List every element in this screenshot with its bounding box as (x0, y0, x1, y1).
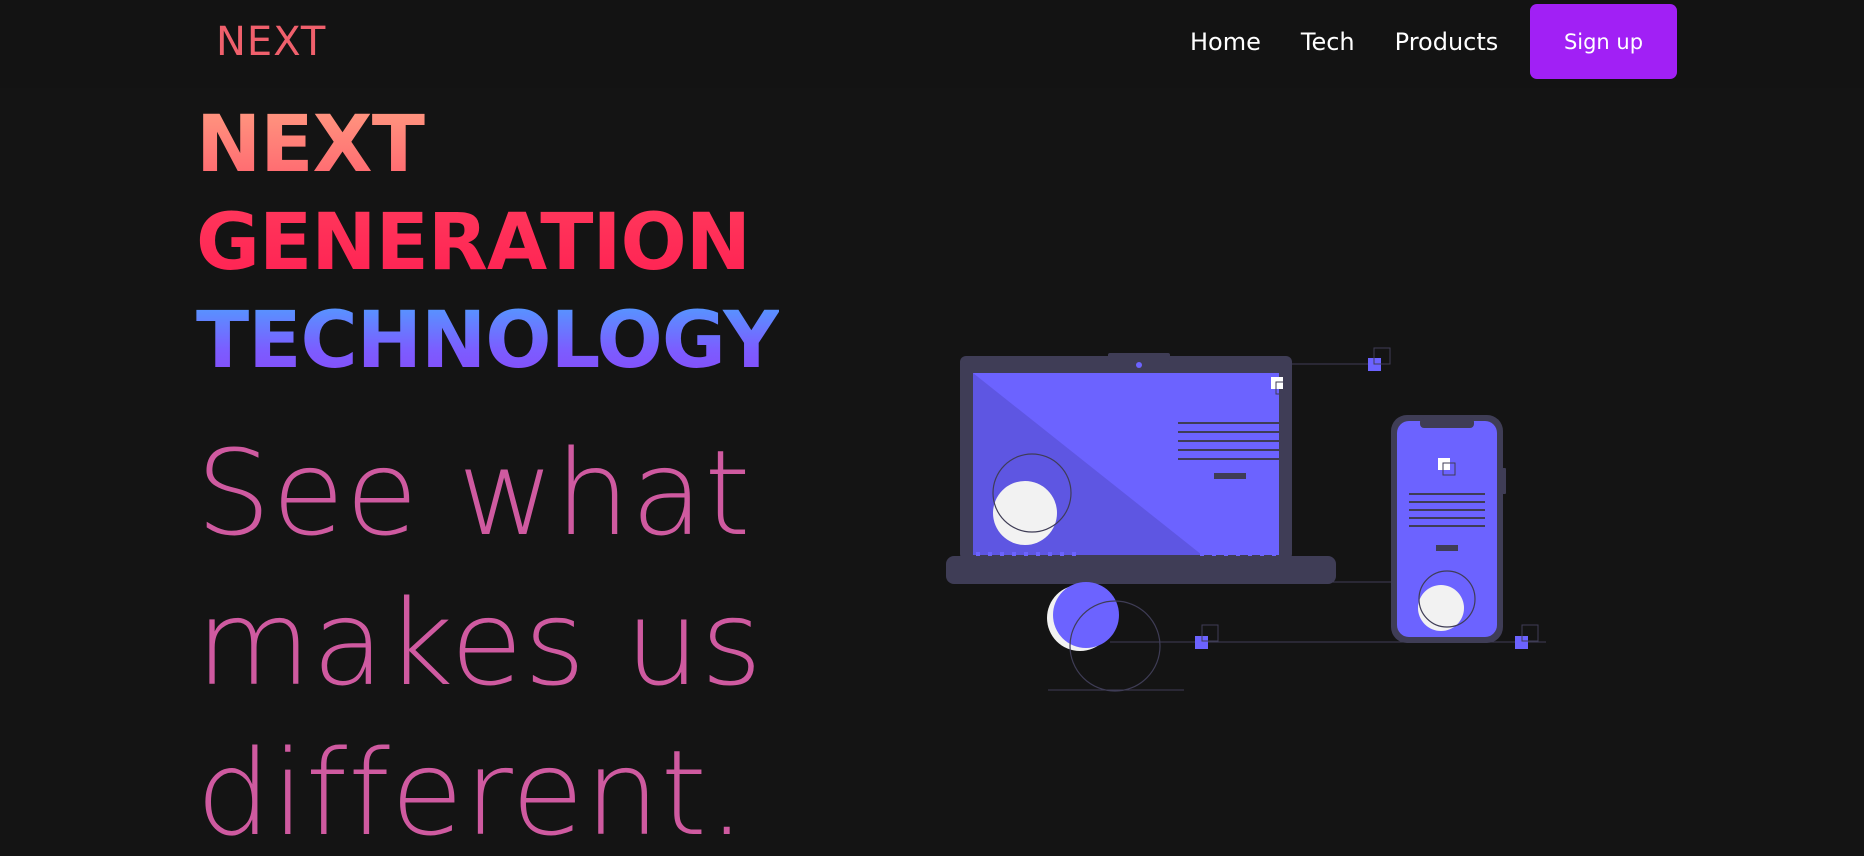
tagline-line-2: makes us (196, 574, 764, 712)
nav-links: Home Tech Products (1190, 22, 1498, 62)
headline-line-next: NEXT (196, 96, 779, 194)
tagline-line-1: See what (196, 424, 752, 562)
landing-page: NEXT Home Tech Products Sign up NEXT GEN… (0, 0, 1864, 856)
tagline-line-3: different. (196, 724, 747, 856)
signup-button[interactable]: Sign up (1530, 4, 1677, 79)
headline-line-technology: TECHNOLOGY (196, 292, 780, 390)
nav-link-products[interactable]: Products (1395, 22, 1499, 62)
navbar: NEXT Home Tech Products Sign up (0, 0, 1864, 88)
nav-link-tech[interactable]: Tech (1301, 22, 1355, 62)
logo[interactable]: NEXT (216, 14, 326, 70)
devices-illustration-icon (940, 340, 1560, 700)
nav-link-home[interactable]: Home (1190, 22, 1261, 62)
hero-headline: NEXT GENERATION TECHNOLOGY (196, 96, 780, 390)
headline-line-generation: GENERATION (196, 194, 779, 292)
hero-tagline: See what makes us different. (196, 418, 763, 856)
